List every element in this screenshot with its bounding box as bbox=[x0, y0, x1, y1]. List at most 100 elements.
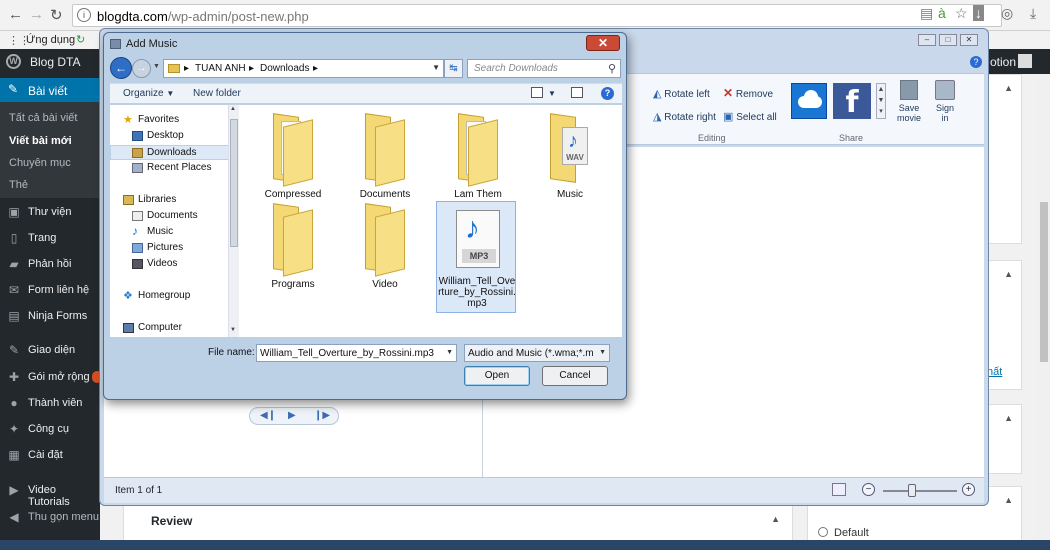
right-link[interactable]: hất bbox=[987, 366, 1002, 378]
forward-button[interactable]: → bbox=[132, 59, 151, 78]
folder-video[interactable]: Video bbox=[345, 195, 425, 307]
nav-recent-places[interactable]: Recent Places bbox=[110, 161, 229, 176]
collapse-arrow-icon[interactable]: ▲ bbox=[1004, 413, 1013, 423]
preview-pane-icon[interactable] bbox=[571, 87, 583, 98]
sidebar-item-appearance[interactable]: ✎ Giao diện bbox=[0, 340, 100, 362]
avatar[interactable] bbox=[1018, 54, 1032, 68]
nav-pane-scrollbar[interactable]: ▲ ▼ bbox=[228, 105, 239, 337]
breadcrumb-downloads[interactable]: Downloads bbox=[260, 63, 309, 74]
download-extension-icon[interactable]: ↓ bbox=[973, 5, 984, 21]
cancel-button[interactable]: Cancel bbox=[542, 366, 608, 386]
new-folder-button[interactable]: New folder bbox=[193, 88, 241, 99]
submenu-all-posts[interactable]: Tất cả bài viết bbox=[9, 112, 77, 124]
open-button[interactable]: Open bbox=[464, 366, 530, 386]
page-scrollbar-thumb[interactable] bbox=[1040, 202, 1048, 362]
nav-downloads[interactable]: Downloads bbox=[110, 145, 229, 160]
thumbnail-size-icon[interactable] bbox=[832, 483, 846, 496]
nav-music[interactable]: ♪ Music bbox=[110, 224, 229, 240]
zoom-in-icon[interactable]: + bbox=[962, 483, 975, 496]
maximize-icon[interactable]: □ bbox=[939, 34, 957, 46]
sidebar-item-video-tutorials[interactable]: ▶ Video Tutorials bbox=[0, 480, 100, 508]
back-arrow-icon[interactable]: ← bbox=[8, 6, 23, 23]
submenu-new-post[interactable]: Viết bài mới bbox=[9, 135, 72, 147]
nav-videos[interactable]: Videos bbox=[110, 257, 229, 272]
sidebar-item-posts[interactable]: ✎ Bài viết bbox=[0, 78, 100, 102]
nav-favorites[interactable]: ★ Favorites bbox=[110, 113, 229, 128]
submenu-tags[interactable]: Thẻ bbox=[9, 179, 28, 191]
play-icon[interactable]: ▶ bbox=[288, 410, 296, 421]
translate-icon[interactable]: à bbox=[938, 5, 946, 21]
collapse-menu[interactable]: ◀ Thu gọn menu bbox=[0, 507, 100, 529]
help-icon[interactable]: ? bbox=[970, 56, 982, 68]
sidebar-item-ninja-forms[interactable]: ▤ Ninja Forms bbox=[0, 306, 100, 328]
admin-bar-right-text[interactable]: otion bbox=[990, 55, 1016, 69]
sidebar-item-users[interactable]: ● Thành viên bbox=[0, 393, 100, 415]
collapse-arrow-icon[interactable]: ▲ bbox=[1004, 83, 1013, 93]
collapse-arrow-icon[interactable]: ▲ bbox=[771, 514, 780, 524]
reload-icon[interactable]: ↻ bbox=[50, 6, 63, 24]
nav-pictures[interactable]: Pictures bbox=[110, 241, 229, 256]
previous-frame-icon[interactable]: ◀❙ bbox=[260, 410, 276, 421]
nav-desktop[interactable]: Desktop bbox=[110, 129, 229, 144]
chevron-down-icon[interactable]: ▼ bbox=[599, 349, 606, 356]
ribbon-more-icon[interactable]: ▲ ▼ ▾ bbox=[876, 83, 886, 119]
folder-music[interactable]: ♪ WAV Music bbox=[530, 105, 610, 217]
sign-in-button[interactable]: Sign in bbox=[932, 80, 958, 123]
nav-documents[interactable]: Documents bbox=[110, 209, 229, 224]
sidebar-item-contact-form[interactable]: ✉ Form liên hệ bbox=[0, 280, 100, 302]
zoom-slider-track[interactable] bbox=[883, 490, 957, 492]
sidebar-item-media[interactable]: ▣ Thư viện bbox=[0, 202, 100, 224]
nav-homegroup[interactable]: ❖ Homegroup bbox=[110, 289, 229, 304]
info-icon[interactable]: i bbox=[77, 8, 91, 22]
zoom-out-icon[interactable]: − bbox=[862, 483, 875, 496]
sidebar-item-plugins[interactable]: ✚ Gói mở rộng bbox=[0, 367, 102, 389]
sidebar-item-pages[interactable]: ▯ Trang bbox=[0, 228, 100, 250]
zoom-slider-handle[interactable] bbox=[908, 484, 916, 497]
nav-computer[interactable]: Computer bbox=[110, 321, 229, 336]
forward-arrow-icon[interactable]: → bbox=[29, 6, 44, 23]
sidebar-item-settings[interactable]: ▦ Cài đặt bbox=[0, 445, 100, 467]
page-scrollbar[interactable] bbox=[1038, 74, 1050, 550]
star-icon[interactable]: ☆ bbox=[955, 5, 968, 22]
file-type-select[interactable]: Audio and Music (*.wma;*.mp3 ▼ bbox=[464, 344, 610, 362]
default-radio[interactable] bbox=[818, 527, 828, 537]
sidebar-item-comments[interactable]: ▰ Phản hồi bbox=[0, 254, 100, 276]
scroll-down-icon[interactable]: ▼ bbox=[230, 327, 236, 333]
close-icon[interactable]: ✕ bbox=[960, 34, 978, 46]
bookmark-icon[interactable]: ↻ bbox=[76, 33, 85, 46]
nav-pane-scrollbar-thumb[interactable] bbox=[230, 119, 238, 247]
site-name[interactable]: Blog DTA bbox=[30, 55, 80, 69]
next-frame-icon[interactable]: ❙▶ bbox=[314, 410, 330, 421]
facebook-icon[interactable]: f bbox=[833, 83, 871, 120]
onedrive-icon[interactable] bbox=[791, 83, 827, 119]
dialog-help-icon[interactable]: ? bbox=[601, 87, 614, 100]
rotate-left-button[interactable]: ◭ Rotate left bbox=[653, 87, 710, 100]
chevron-down-icon[interactable]: ▼ bbox=[432, 63, 440, 72]
breadcrumb-user[interactable]: TUAN ANH bbox=[195, 63, 246, 74]
download-icon[interactable]: ⤓ bbox=[1030, 5, 1036, 22]
recent-locations-icon[interactable]: ▼ bbox=[153, 63, 160, 70]
save-movie-button[interactable]: Save movie bbox=[891, 80, 927, 123]
scroll-up-icon[interactable]: ▲ bbox=[230, 106, 236, 112]
file-name-input[interactable]: William_Tell_Overture_by_Rossini.mp3 ▼ bbox=[256, 344, 457, 362]
back-button[interactable]: ← bbox=[110, 57, 132, 79]
minimize-icon[interactable]: – bbox=[918, 34, 936, 46]
organize-button[interactable]: Organize ▼ bbox=[123, 88, 174, 99]
folder-programs[interactable]: Programs bbox=[253, 195, 333, 307]
nav-libraries[interactable]: Libraries bbox=[110, 193, 229, 208]
refresh-button[interactable]: ↹ bbox=[444, 59, 463, 78]
chevron-down-icon[interactable]: ▼ bbox=[446, 349, 453, 356]
search-input[interactable]: Search Downloads ⚲ bbox=[467, 59, 621, 78]
sidebar-item-tools[interactable]: ✦ Công cụ bbox=[0, 419, 100, 441]
rotate-right-button[interactable]: ◮ Rotate right bbox=[653, 110, 716, 123]
address-bar[interactable]: i blogdta.com/wp-admin/post-new.php bbox=[72, 4, 1002, 27]
bookmark-apps[interactable]: Ứng dụng bbox=[26, 34, 75, 46]
extension-icon[interactable]: ▤ bbox=[920, 5, 933, 22]
select-all-button[interactable]: ▣ Select all bbox=[723, 110, 777, 123]
view-options-chevron-icon[interactable]: ▼ bbox=[548, 88, 556, 99]
collapse-arrow-icon[interactable]: ▲ bbox=[1004, 495, 1013, 505]
remove-button[interactable]: ✕ Remove bbox=[723, 86, 773, 100]
breadcrumb[interactable]: ▸ TUAN ANH ▸ Downloads ▸ ▼ bbox=[163, 59, 444, 78]
collapse-arrow-icon[interactable]: ▲ bbox=[1004, 269, 1013, 279]
shield-icon[interactable]: ◎ bbox=[1001, 5, 1013, 22]
